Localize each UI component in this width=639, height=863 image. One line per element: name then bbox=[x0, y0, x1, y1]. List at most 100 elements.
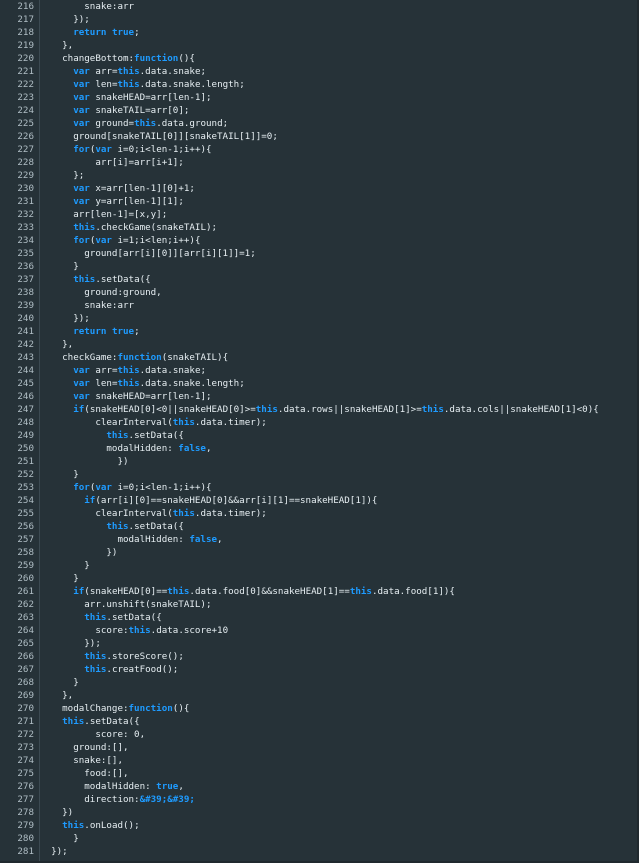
code-line[interactable]: }) bbox=[40, 455, 128, 468]
code-token: }; bbox=[40, 170, 85, 181]
code-line[interactable]: for(var i=0;i<len-1;i++){ bbox=[40, 481, 212, 494]
code-line[interactable]: modalHidden: true, bbox=[40, 780, 184, 793]
code-line[interactable]: clearInterval(this.data.timer); bbox=[40, 416, 267, 429]
code-line[interactable]: if(arr[i][0]==snakeHEAD[0]&&arr[i][1]==s… bbox=[40, 494, 377, 507]
code-token: ground:[], bbox=[40, 742, 129, 753]
code-line[interactable]: ground[snakeTAIL[0]][snakeTAIL[1]]=0; bbox=[40, 130, 278, 143]
code-editor[interactable]: 216 217 218 219 220 221 222 223 224 225 226 227 228 2… bbox=[0, 0, 639, 863]
code-line[interactable]: var y=arr[len-1][1]; bbox=[40, 195, 184, 208]
code-line[interactable]: }) bbox=[40, 806, 73, 819]
code-line[interactable]: score: 0, bbox=[40, 728, 145, 741]
line-number: 251 bbox=[17, 456, 34, 467]
code-line[interactable]: ground[arr[i][0]][arr[i][1]]=1; bbox=[40, 247, 255, 260]
code-line[interactable]: }); bbox=[40, 312, 90, 325]
code-line[interactable]: this.setData({ bbox=[40, 611, 161, 624]
code-token: .data.cols||snakeHEAD[1]<0){ bbox=[443, 404, 599, 415]
line-number: 281 bbox=[17, 846, 34, 857]
code-line[interactable]: return true; bbox=[40, 26, 139, 39]
code-token: }); bbox=[40, 638, 101, 649]
code-line[interactable]: this.setData({ bbox=[40, 520, 183, 533]
keyword-token: return bbox=[73, 27, 107, 38]
code-line[interactable]: var snakeTAIL=arr[0]; bbox=[40, 104, 189, 117]
code-line[interactable]: for(var i=1;i<len;i++){ bbox=[40, 234, 200, 247]
code-line[interactable]: } bbox=[40, 572, 79, 585]
code-line[interactable]: checkGame:function(snakeTAIL){ bbox=[40, 351, 228, 364]
code-token: ground:ground, bbox=[40, 287, 162, 298]
code-line[interactable]: var snakeHEAD=arr[len-1]; bbox=[40, 390, 211, 403]
code-line[interactable]: }, bbox=[40, 689, 73, 702]
code-token: len= bbox=[89, 378, 118, 389]
code-line[interactable]: var ground=this.data.ground; bbox=[40, 117, 228, 130]
code-line[interactable]: for(var i=0;i<len-1;i++){ bbox=[40, 143, 211, 156]
code-line[interactable]: arr[len-1]=[x,y]; bbox=[40, 208, 167, 221]
code-line[interactable]: if(snakeHEAD[0]<0||snakeHEAD[0]>=this.da… bbox=[40, 403, 599, 416]
code-line[interactable]: var len=this.data.snake.length; bbox=[40, 377, 245, 390]
code-line[interactable]: }); bbox=[40, 13, 90, 26]
code-line[interactable]: modalChange:function(){ bbox=[40, 702, 189, 715]
code-line[interactable]: } bbox=[40, 559, 90, 572]
code-token: }); bbox=[40, 846, 68, 857]
line-number: 254 bbox=[17, 495, 34, 506]
code-line[interactable]: this.setData({ bbox=[40, 273, 150, 286]
code-line[interactable]: snake:[], bbox=[40, 754, 123, 767]
code-token: i=0;i<len-1;i++){ bbox=[111, 482, 212, 493]
this-token: this bbox=[117, 79, 140, 90]
code-line[interactable]: ground:[], bbox=[40, 741, 129, 754]
code-line[interactable]: }; bbox=[40, 169, 84, 182]
code-line[interactable]: } bbox=[40, 468, 79, 481]
code-line[interactable]: }, bbox=[40, 338, 73, 351]
code-line[interactable]: }); bbox=[40, 845, 68, 858]
keyword-token: var bbox=[73, 378, 90, 389]
code-line[interactable]: }, bbox=[40, 39, 73, 52]
code-line[interactable]: var snakeHEAD=arr[len-1]; bbox=[40, 91, 211, 104]
code-line[interactable]: } bbox=[40, 260, 79, 273]
code-line[interactable]: var arr=this.data.snake; bbox=[40, 65, 206, 78]
code-line[interactable]: this.setData({ bbox=[40, 429, 183, 442]
code-token: arr= bbox=[89, 66, 118, 77]
code-area[interactable]: snake:arr }); return true; }, changeBott… bbox=[40, 0, 637, 861]
code-line[interactable]: this.setData({ bbox=[40, 715, 139, 728]
code-line[interactable]: snake:arr bbox=[40, 299, 134, 312]
code-token: } bbox=[40, 573, 79, 584]
code-token: } bbox=[40, 469, 79, 480]
keyword-token: if bbox=[73, 586, 85, 597]
code-line[interactable]: snake:arr bbox=[40, 0, 134, 13]
code-line[interactable]: changeBottom:function(){ bbox=[40, 52, 195, 65]
line-number: 218 bbox=[17, 27, 34, 38]
code-line[interactable]: var arr=this.data.snake; bbox=[40, 364, 206, 377]
code-line[interactable]: this.storeScore(); bbox=[40, 650, 184, 663]
line-number: 226 bbox=[17, 131, 34, 142]
keyword-token: if bbox=[84, 495, 96, 506]
code-line[interactable]: modalHidden: false, bbox=[40, 533, 222, 546]
code-token: arr[len-1]=[x,y]; bbox=[40, 209, 168, 220]
code-line[interactable]: food:[], bbox=[40, 767, 128, 780]
code-line[interactable]: clearInterval(this.data.timer); bbox=[40, 507, 267, 520]
code-line[interactable]: this.creatFood(); bbox=[40, 663, 178, 676]
code-line[interactable]: score:this.data.score+10 bbox=[40, 624, 228, 637]
code-line[interactable]: this.onLoad(); bbox=[40, 819, 139, 832]
code-line[interactable]: direction:&#39;&#39; bbox=[40, 793, 195, 806]
code-token: snake:[], bbox=[40, 755, 123, 766]
code-line[interactable]: if(snakeHEAD[0]==this.data.food[0]&&snak… bbox=[40, 585, 455, 598]
code-line[interactable]: var len=this.data.snake.length; bbox=[40, 78, 245, 91]
code-line[interactable]: arr[i]=arr[i+1]; bbox=[40, 156, 184, 169]
code-token: clearInterval( bbox=[40, 508, 173, 519]
code-line[interactable]: this.checkGame(snakeTAIL); bbox=[40, 221, 217, 234]
this-token: this bbox=[73, 274, 96, 285]
code-line[interactable]: arr.unshift(snakeTAIL); bbox=[40, 598, 211, 611]
code-line[interactable]: }); bbox=[40, 637, 101, 650]
code-line[interactable]: } bbox=[40, 676, 79, 689]
line-number: 240 bbox=[17, 313, 34, 324]
code-line[interactable]: } bbox=[40, 832, 79, 845]
code-line[interactable]: modalHidden: false, bbox=[40, 442, 211, 455]
code-line[interactable]: var x=arr[len-1][0]+1; bbox=[40, 182, 195, 195]
code-line[interactable]: }) bbox=[40, 546, 117, 559]
code-token: .data.snake.length; bbox=[139, 79, 245, 90]
code-line[interactable]: return true; bbox=[40, 325, 139, 338]
code-line[interactable]: ground:ground, bbox=[40, 286, 162, 299]
